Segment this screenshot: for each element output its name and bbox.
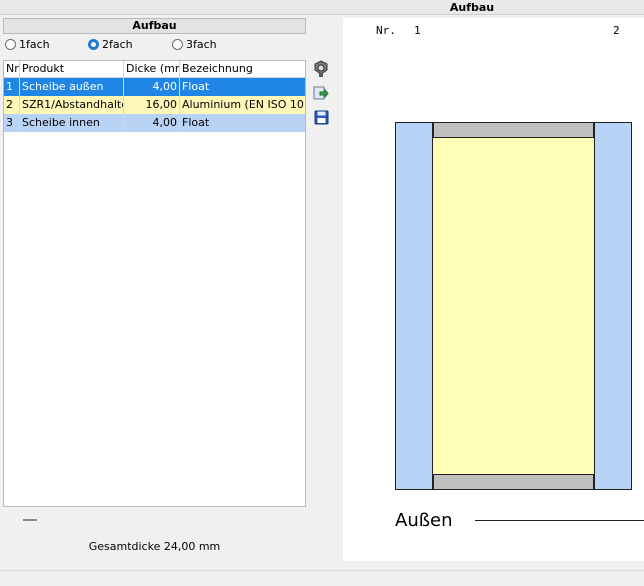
layer-count-radiogroup: 1fach 2fach 3fach	[5, 38, 305, 54]
spacer-seal-top	[433, 122, 594, 138]
radio-2fach[interactable]: 2fach	[88, 38, 133, 51]
table-row[interactable]: 3 Scheibe innen 4,00 Float	[4, 114, 305, 132]
table-row[interactable]: 2 SZR1/Abstandhalter 16,00 Aluminium (EN…	[4, 96, 305, 114]
glass-settings-icon[interactable]	[312, 60, 330, 78]
cell-bezeichnung: Float	[182, 80, 210, 93]
radio-label: 1fach	[19, 38, 50, 51]
save-icon[interactable]	[312, 108, 330, 126]
nr-value-1: 1	[414, 24, 421, 37]
layer-panel: Aufbau 1fach 2fach 3fach Nr Produkt Dick…	[3, 18, 335, 561]
glass-pane-outer[interactable]	[395, 122, 433, 490]
radio-1fach[interactable]: 1fach	[5, 38, 50, 51]
export-icon[interactable]	[312, 84, 330, 102]
table-row[interactable]: 1 Scheibe außen 4,00 Float	[4, 78, 305, 96]
cell-nr: 2	[4, 96, 20, 114]
cell-nr: 3	[4, 114, 20, 132]
cell-dicke: 4,00	[124, 114, 180, 132]
radio-dot-icon	[172, 39, 183, 50]
window-title: Aufbau	[0, 0, 644, 15]
radio-dot-icon	[5, 39, 16, 50]
total-thickness: Gesamtdicke 24,00 mm	[88, 540, 221, 553]
radio-3fach[interactable]: 3fach	[172, 38, 217, 51]
cell-nr: 1	[4, 78, 20, 96]
spacer-seal-bottom	[433, 474, 594, 490]
column-header-produkt[interactable]: Produkt	[20, 61, 124, 77]
cell-produkt: Scheibe innen	[20, 114, 124, 132]
cell-produkt: Scheibe außen	[20, 78, 124, 96]
nr-value-2: 2	[613, 24, 620, 37]
panel-header: Aufbau	[3, 18, 306, 34]
collapse-dash-icon[interactable]	[23, 519, 37, 521]
cell-bezeichnung: Aluminium (EN ISO 10077-	[182, 98, 304, 111]
nr-label: Nr.	[376, 24, 396, 37]
status-bar	[0, 570, 644, 586]
column-header-dicke[interactable]: Dicke (mm)	[124, 61, 180, 77]
cell-dicke: 4,00	[124, 78, 180, 96]
column-header-nr[interactable]: Nr	[4, 61, 20, 77]
column-header-bezeichnung[interactable]: Bezeichnung	[180, 61, 304, 77]
cell-bezeichnung: Float	[182, 116, 210, 129]
radio-label: 2fach	[102, 38, 133, 51]
cell-produkt: SZR1/Abstandhalter	[20, 96, 124, 114]
table-header: Nr Produkt Dicke (mm) Bezeichnung	[4, 61, 305, 78]
outside-line	[475, 520, 644, 521]
cross-section-view: Nr. 1 2 Außen	[343, 18, 644, 561]
radio-label: 3fach	[186, 38, 217, 51]
cell-dicke: 16,00	[124, 96, 180, 114]
glass-pane-inner[interactable]	[594, 122, 632, 490]
layer-table: Nr Produkt Dicke (mm) Bezeichnung 1 Sche…	[3, 60, 306, 507]
radio-dot-icon	[88, 39, 99, 50]
summary-bar: Gesamtdicke 24,00 mm	[3, 510, 306, 558]
outside-label: Außen	[395, 510, 453, 531]
spacer-gap[interactable]	[433, 122, 594, 490]
